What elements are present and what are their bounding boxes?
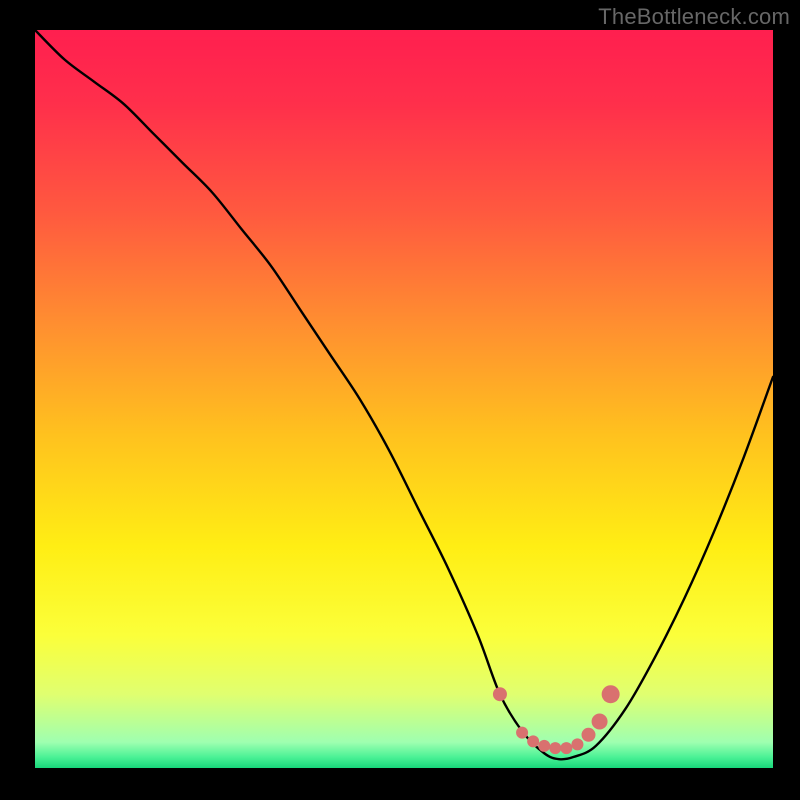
chart-background-gradient — [35, 30, 773, 768]
chart-stage: TheBottleneck.com — [0, 0, 800, 800]
optimal-range-marker — [560, 742, 572, 754]
optimal-range-marker — [549, 742, 561, 754]
watermark-text: TheBottleneck.com — [598, 4, 790, 30]
chart-plot-area — [35, 30, 773, 768]
optimal-range-marker — [527, 735, 539, 747]
optimal-range-marker — [538, 740, 550, 752]
optimal-range-marker — [571, 738, 583, 750]
optimal-range-marker — [516, 727, 528, 739]
optimal-range-marker — [582, 728, 596, 742]
optimal-range-marker — [592, 714, 608, 730]
optimal-range-marker — [493, 687, 507, 701]
optimal-range-marker — [602, 685, 620, 703]
chart-svg — [35, 30, 773, 768]
